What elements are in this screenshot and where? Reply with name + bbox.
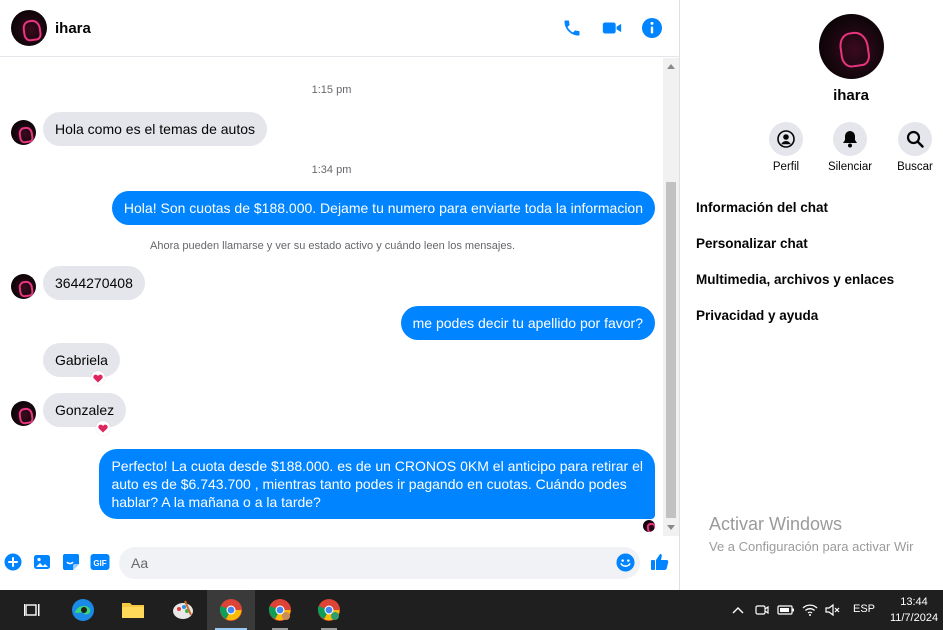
chat-header: ihara	[0, 0, 680, 57]
profile-icon	[769, 122, 803, 156]
search-button[interactable]: Buscar	[883, 122, 943, 173]
video-camera-icon[interactable]	[600, 16, 624, 40]
emoji-icon[interactable]	[615, 552, 635, 572]
sender-avatar	[11, 401, 36, 426]
clock-date: 11/7/2024	[889, 612, 939, 624]
sender-avatar	[11, 274, 36, 299]
read-receipt-avatar	[643, 520, 655, 532]
timestamp: 1:15 pm	[311, 84, 352, 96]
chat-pane: ihara 1:15 pm Hola como es el temas de a…	[0, 0, 680, 590]
outgoing-message[interactable]: me podes decir tu apellido por favor?	[400, 306, 655, 340]
chrome-icon[interactable]	[256, 590, 304, 630]
image-icon[interactable]	[32, 552, 52, 572]
profile-button[interactable]: Perfil	[754, 122, 818, 173]
gif-icon[interactable]: GIF	[90, 552, 110, 572]
watermark-subtitle: Ve a Configuración para activar Wir	[709, 539, 914, 554]
input-language[interactable]: ESP	[853, 603, 875, 615]
menu-chat-info[interactable]: Información del chat	[696, 200, 828, 215]
bell-icon	[833, 122, 867, 156]
wifi-icon[interactable]	[800, 600, 820, 620]
heart-icon[interactable]	[96, 421, 110, 435]
message-list[interactable]: 1:15 pm Hola como es el temas de autos 1…	[0, 58, 663, 536]
battery-icon[interactable]	[776, 600, 796, 620]
privacy-notice: Ahora pueden llamarse y ver su estado ac…	[150, 240, 516, 252]
watermark-title: Activar Windows	[709, 514, 843, 534]
file-explorer-icon[interactable]	[109, 590, 157, 630]
meet-now-icon[interactable]	[752, 600, 772, 620]
thumbs-up-icon[interactable]	[650, 552, 670, 572]
taskbar: ESP 13:44 11/7/2024	[0, 590, 943, 630]
timestamp: 1:34 pm	[311, 164, 352, 176]
profile-avatar[interactable]	[819, 14, 884, 79]
chrome-icon[interactable]	[207, 590, 255, 630]
search-label: Buscar	[897, 161, 933, 173]
clock-time: 13:44	[900, 596, 928, 608]
composer: GIF	[0, 542, 680, 586]
info-icon[interactable]	[640, 16, 664, 40]
menu-customize-chat[interactable]: Personalizar chat	[696, 236, 808, 251]
message-input[interactable]	[119, 547, 640, 579]
profile-label: Perfil	[772, 161, 800, 173]
incoming-message[interactable]: 3644270408	[43, 266, 145, 300]
messenger-window: ihara 1:15 pm Hola como es el temas de a…	[0, 0, 943, 590]
heart-icon[interactable]	[91, 371, 105, 385]
incoming-message[interactable]: Gonzalez	[43, 393, 127, 427]
gif-label: GIF	[93, 559, 106, 568]
sticker-icon[interactable]	[61, 552, 81, 572]
outgoing-message[interactable]: Perfecto! La cuota desde $188.000. es de…	[99, 449, 655, 519]
scroll-thumb[interactable]	[666, 182, 676, 518]
outgoing-message[interactable]: Hola! Son cuotas de $188.000. Dejame tu …	[111, 191, 655, 225]
menu-media-files[interactable]: Multimedia, archivos y enlaces	[696, 272, 894, 287]
edge-icon[interactable]	[59, 590, 107, 630]
contact-avatar[interactable]	[11, 10, 47, 46]
speaker-muted-icon[interactable]	[823, 600, 843, 620]
mute-button[interactable]: Silenciar	[818, 122, 882, 173]
message-line: hablar? A la mañana o a la tarde?	[111, 494, 321, 510]
clock[interactable]: 13:44 11/7/2024	[885, 594, 943, 626]
contact-name[interactable]: ihara	[55, 20, 91, 37]
message-line: Perfecto! La cuota desde $188.000. es de…	[111, 458, 643, 474]
chevron-up-icon[interactable]	[728, 600, 748, 620]
activate-windows-watermark: Activar Windows Ve a Configuración para …	[709, 514, 913, 554]
plus-circle-icon[interactable]	[3, 552, 23, 572]
chat-info-panel: ihara Perfil Silenciar Buscar Informació…	[681, 0, 943, 590]
phone-icon[interactable]	[560, 16, 584, 40]
incoming-message[interactable]: Hola como es el temas de autos	[43, 112, 267, 146]
profile-name: ihara	[833, 87, 869, 104]
chrome-icon[interactable]	[305, 590, 353, 630]
mute-label: Silenciar	[827, 161, 873, 173]
message-line: auto es de $6.743.700 , mientras tanto p…	[111, 476, 627, 492]
menu-privacy-help[interactable]: Privacidad y ayuda	[696, 308, 818, 323]
sender-avatar	[11, 120, 36, 145]
paint-icon[interactable]	[159, 590, 207, 630]
incoming-message[interactable]: Gabriela	[43, 343, 120, 377]
scroll-down-arrow[interactable]	[667, 525, 675, 530]
task-view-icon[interactable]	[9, 590, 57, 630]
scrollbar[interactable]	[663, 58, 679, 536]
scroll-up-arrow[interactable]	[667, 64, 675, 69]
search-icon	[898, 122, 932, 156]
